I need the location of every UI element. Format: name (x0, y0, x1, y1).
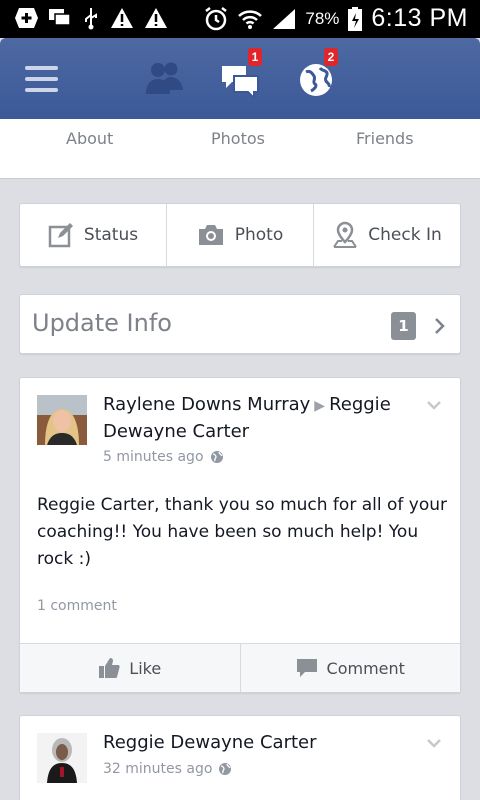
camera-icon (198, 225, 223, 245)
tab-about[interactable]: About (66, 129, 113, 148)
status-button[interactable]: Status (20, 204, 166, 266)
check-in-button[interactable]: Check In (313, 204, 460, 266)
story-text: Reggie Carter, thank you so much for all… (37, 492, 447, 573)
tab-friends[interactable]: Friends (356, 129, 414, 148)
chevron-down-icon[interactable] (426, 400, 442, 410)
story-meta: 5 minutes ago (103, 449, 224, 465)
comment-label: Comment (326, 658, 405, 678)
arrow-right-icon: ▶ (314, 398, 326, 414)
author-name[interactable]: Reggie Dewayne Carter (103, 732, 317, 753)
timestamp[interactable]: 5 minutes ago (103, 449, 204, 465)
story-card: Raylene Downs Murray ▶ Reggie Dewayne Cart… (19, 377, 461, 693)
tab-photos[interactable]: Photos (211, 129, 265, 148)
messages-icon (222, 66, 259, 98)
top-navbar: 1 2 (0, 38, 480, 119)
story-header: Raylene Downs Murray ▶ Reggie Dewayne Cart… (103, 392, 403, 445)
photo-label: Photo (234, 225, 284, 245)
usb-icon (85, 8, 97, 30)
messages-badge: 1 (248, 48, 262, 66)
alarm-icon (205, 6, 228, 30)
notifications-badge: 2 (324, 48, 338, 66)
location-pin-icon (333, 221, 358, 248)
warning-icon (111, 8, 133, 28)
author-name[interactable]: Raylene Downs Murray (103, 394, 310, 415)
warning-icon (145, 8, 167, 28)
wifi-icon (238, 9, 263, 29)
chevron-right-icon (435, 318, 445, 334)
like-button[interactable]: Like (20, 644, 240, 692)
mention-link[interactable]: Reggie Carter (37, 495, 154, 515)
clock: 6:13 PM (371, 4, 468, 32)
composer-bar: Status Photo Check In (19, 203, 461, 267)
comment-count[interactable]: 1 comment (37, 598, 117, 614)
story-card: Reggie Dewayne Carter 32 minutes ago (19, 715, 461, 800)
check-in-label: Check In (368, 225, 442, 245)
story-header: Reggie Dewayne Carter (103, 730, 403, 756)
story-meta: 32 minutes ago (103, 761, 232, 777)
chevron-down-icon[interactable] (426, 738, 442, 748)
like-label: Like (129, 658, 162, 678)
timestamp[interactable]: 32 minutes ago (103, 761, 212, 777)
menu-icon[interactable] (25, 66, 58, 92)
add-icon (15, 8, 38, 28)
thumbs-up-icon (99, 658, 120, 678)
photo-button[interactable]: Photo (166, 204, 313, 266)
story-actions: Like Comment (20, 643, 460, 692)
messages-button[interactable]: 1 (218, 48, 268, 100)
friend-requests-icon[interactable] (143, 60, 185, 96)
update-info-title: Update Info (32, 309, 172, 337)
update-info-count: 1 (391, 312, 416, 340)
comment-button[interactable]: Comment (239, 644, 461, 692)
battery-percent: 78% (305, 8, 340, 28)
profile-tabs: About Photos Friends (0, 119, 480, 179)
status-bar: 78% 6:13 PM (0, 0, 480, 38)
globe-privacy-icon (210, 451, 223, 463)
signal-icon (273, 8, 296, 29)
comment-icon (296, 659, 317, 677)
status-label: Status (83, 225, 139, 245)
notifications-globe-icon (300, 64, 332, 96)
chat-icon (49, 9, 71, 26)
notifications-button[interactable]: 2 (296, 48, 346, 100)
battery-charging-icon (348, 6, 363, 31)
update-info-card[interactable]: Update Info 1 (19, 294, 461, 354)
avatar[interactable] (37, 733, 87, 783)
edit-icon (48, 223, 73, 248)
avatar[interactable] (37, 395, 87, 445)
globe-privacy-icon (219, 763, 232, 775)
